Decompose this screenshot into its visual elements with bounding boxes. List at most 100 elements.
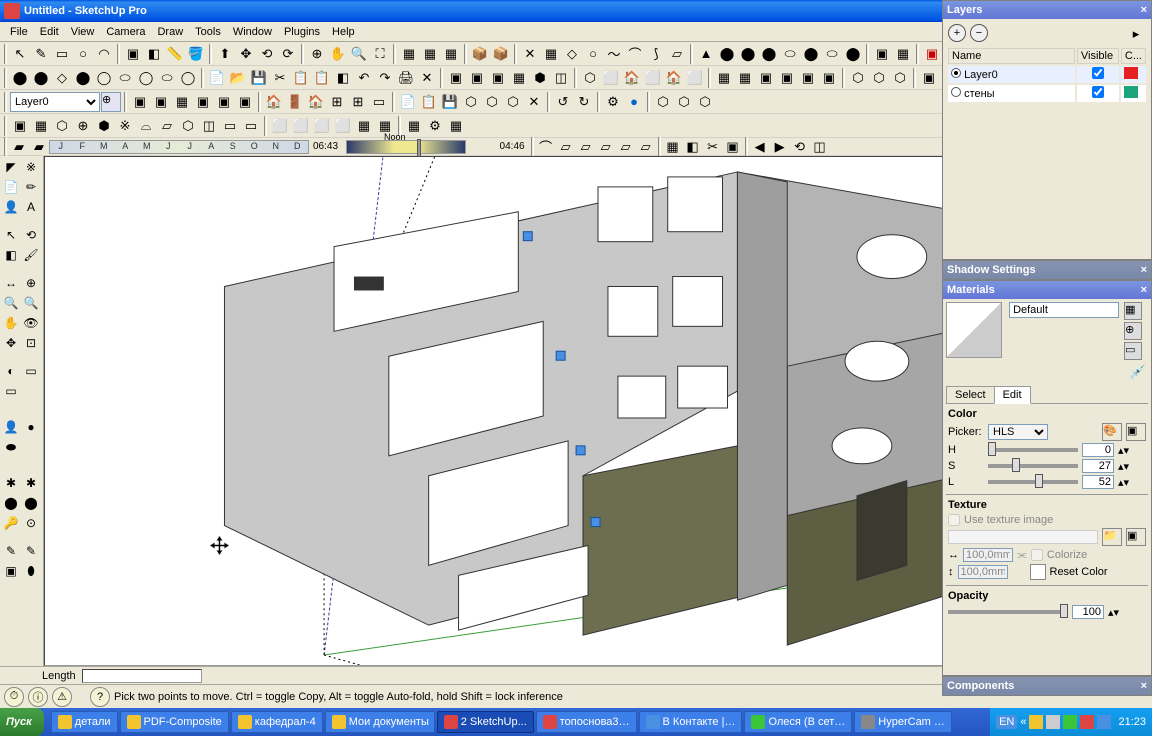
color-button[interactable]: 🎨 [1102, 423, 1122, 441]
colorize-checkbox[interactable] [1031, 549, 1043, 561]
tool-icon[interactable]: ✱ [22, 474, 40, 492]
toolbar-button[interactable]: ✕ [520, 44, 540, 64]
menu-draw[interactable]: Draw [151, 24, 189, 40]
toolbar-button[interactable]: ⌒ [536, 137, 556, 157]
toolbar-button[interactable]: ▱ [667, 44, 687, 64]
color-button[interactable]: ▣ [1126, 423, 1146, 441]
toolbar-button[interactable]: ⟆ [646, 44, 666, 64]
texture-button[interactable]: ▣ [1126, 528, 1146, 546]
toolbar-button[interactable]: ⬤ [738, 44, 758, 64]
share-model-icon[interactable]: 📦 [491, 44, 511, 64]
toolbar-grip[interactable] [547, 92, 550, 112]
tool-icon[interactable]: ✎ [22, 542, 40, 560]
tool-icon[interactable]: ⟲ [22, 226, 40, 244]
length-input[interactable] [82, 669, 202, 683]
eyedropper-icon[interactable]: 💉 [1128, 362, 1148, 382]
tool-icon[interactable]: Α [22, 198, 40, 216]
toolbar-button[interactable]: ▭ [241, 116, 261, 136]
status-icon[interactable]: ⓘ [28, 687, 48, 707]
toolbar-button[interactable]: ⬤ [31, 68, 51, 88]
toolbar-button[interactable]: ⬢ [530, 68, 550, 88]
toolbar-button[interactable]: ▣ [872, 44, 892, 64]
zoom-tool-icon[interactable]: 🔍 [349, 44, 369, 64]
menu-view[interactable]: View [65, 24, 101, 40]
toolbar-grip[interactable] [514, 44, 517, 64]
toolbar-button[interactable]: ▣ [488, 68, 508, 88]
line-tool-icon[interactable]: ✎ [31, 44, 51, 64]
col-color[interactable]: C... [1121, 48, 1146, 64]
tool-icon[interactable]: ✥ [2, 334, 20, 352]
toolbar-button[interactable]: ▦ [541, 44, 561, 64]
time-slider-thumb[interactable] [417, 139, 421, 157]
toolbar-button[interactable]: 💾 [440, 92, 460, 112]
taskbar-item[interactable]: PDF-Composite [120, 711, 229, 733]
tool-icon[interactable]: ↔ [2, 274, 20, 292]
spinner-icon[interactable]: ▴▾ [1118, 460, 1129, 473]
toolbar-button[interactable]: ▦ [893, 44, 913, 64]
new-file-icon[interactable]: 📄 [207, 68, 227, 88]
close-icon[interactable]: × [1141, 680, 1147, 692]
toolbar-button[interactable]: 🚪 [285, 92, 305, 112]
toolbar-button[interactable]: ⬤ [717, 44, 737, 64]
components-panel-title[interactable]: Components × [943, 677, 1151, 695]
layer-color-swatch[interactable] [1124, 67, 1138, 79]
toolbar-button[interactable]: ⬤ [843, 44, 863, 64]
close-icon[interactable]: × [1141, 264, 1147, 276]
layer-color-swatch[interactable] [1124, 86, 1138, 98]
toolbar-button[interactable]: 📋 [419, 92, 439, 112]
toolbar-button[interactable]: ▣ [193, 92, 213, 112]
toolbar-button[interactable]: ▣ [446, 68, 466, 88]
toolbar-grip[interactable] [916, 44, 919, 64]
toolbar-button[interactable]: ⬡ [461, 92, 481, 112]
toolbar-button[interactable]: ▣ [130, 92, 150, 112]
toolbar-button[interactable]: ▰ [9, 137, 29, 157]
toolbar-button[interactable]: ⬜ [333, 116, 353, 136]
material-button[interactable]: ▭ [1124, 342, 1142, 360]
start-button[interactable]: Пуск [0, 708, 44, 736]
print-icon[interactable]: 🖨 [396, 68, 416, 88]
toolbar-button[interactable]: ⟲ [790, 137, 810, 157]
toolbar-button[interactable]: ⬜ [270, 116, 290, 136]
tool-icon[interactable]: ⊡ [22, 334, 40, 352]
toolbar-grip[interactable] [124, 92, 127, 112]
toolbar-button[interactable]: ▣ [151, 92, 171, 112]
taskbar-item[interactable]: топоснова3… [536, 711, 637, 733]
tray-expand-icon[interactable]: « [1020, 716, 1026, 728]
tape-measure-icon[interactable]: 📏 [165, 44, 185, 64]
tool-icon[interactable]: ⊙ [22, 514, 40, 532]
toolbar-button[interactable]: ▱ [616, 137, 636, 157]
toolbar-button[interactable]: ▦ [446, 116, 466, 136]
material-button[interactable]: ▦ [1124, 302, 1142, 320]
toolbar-button[interactable]: ▣ [467, 68, 487, 88]
toolbar-grip[interactable] [647, 92, 650, 112]
tool-icon[interactable]: 🖌 [22, 246, 40, 264]
arc-tool-icon[interactable]: ◠ [94, 44, 114, 64]
toolbar-grip[interactable] [531, 137, 534, 157]
toolbar-grip[interactable] [4, 116, 7, 136]
toolbar-button[interactable]: ▦ [420, 44, 440, 64]
toolbar-button[interactable]: ▰ [29, 137, 49, 157]
toolbar-grip[interactable] [258, 92, 261, 112]
toolbar-grip[interactable] [4, 137, 7, 157]
toolbar-button[interactable]: ⊞ [327, 92, 347, 112]
tray-icon[interactable] [1097, 715, 1111, 729]
tool-icon[interactable]: ▭ [2, 382, 20, 400]
toolbar-button[interactable]: ▣ [235, 92, 255, 112]
shaded-textures-icon[interactable]: ▣ [798, 68, 818, 88]
toolbar-button[interactable]: ✕ [524, 92, 544, 112]
layer-visible-checkbox[interactable] [1092, 86, 1104, 98]
right-view-icon[interactable]: ⬜ [643, 68, 663, 88]
back-view-icon[interactable]: 🏠 [664, 68, 684, 88]
taskbar-item[interactable]: Олеся (В сет… [744, 711, 852, 733]
tool-icon[interactable]: ✎ [2, 542, 20, 560]
add-layer-button[interactable]: + [948, 24, 966, 42]
toolbar-button[interactable]: ⬭ [115, 68, 135, 88]
tool-icon[interactable]: ⊕ [22, 274, 40, 292]
toolbar-button[interactable]: ▶ [770, 137, 790, 157]
front-view-icon[interactable]: 🏠 [622, 68, 642, 88]
layers-panel-title[interactable]: Layers × [943, 1, 1151, 19]
taskbar-item[interactable]: В Контакте |… [639, 711, 743, 733]
taskbar-item[interactable]: кафедрал-4 [231, 711, 323, 733]
toolbar-button[interactable]: ⬭ [822, 44, 842, 64]
toolbar-button[interactable]: ⬡ [674, 92, 694, 112]
